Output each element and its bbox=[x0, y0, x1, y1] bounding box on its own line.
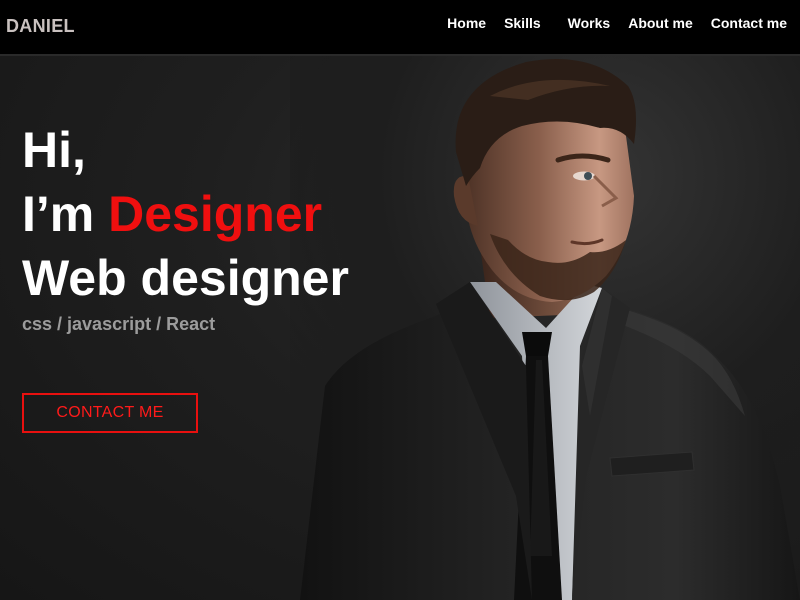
nav-link-home[interactable]: Home bbox=[447, 15, 486, 31]
contact-me-button[interactable]: CONTACT ME bbox=[22, 393, 198, 433]
hero-role: Web designer bbox=[22, 250, 349, 306]
navbar: DANIEL Home Skills Works About me Contac… bbox=[0, 0, 800, 56]
hero-skills: css / javascript / React bbox=[22, 314, 216, 334]
nav-links: Home Skills Works About me Contact me bbox=[447, 14, 787, 32]
nav-link-contact-me[interactable]: Contact me bbox=[711, 15, 787, 31]
page: DANIEL Home Skills Works About me Contac… bbox=[0, 0, 800, 600]
nav-link-about-me[interactable]: About me bbox=[628, 15, 693, 31]
hero-intro: I’m Designer bbox=[22, 182, 349, 246]
nav-link-works[interactable]: Works bbox=[568, 15, 611, 31]
portrait-photo bbox=[290, 56, 800, 600]
nav-link-skills[interactable]: Skills bbox=[504, 15, 541, 31]
hero-intro-highlight: Designer bbox=[108, 186, 323, 242]
hero-greeting: Hi, bbox=[22, 122, 86, 178]
hero-intro-prefix: I’m bbox=[22, 186, 109, 242]
hero-section: Hi, I’m Designer Web designer css / java… bbox=[22, 118, 349, 335]
brand-logo[interactable]: DANIEL bbox=[6, 16, 75, 37]
